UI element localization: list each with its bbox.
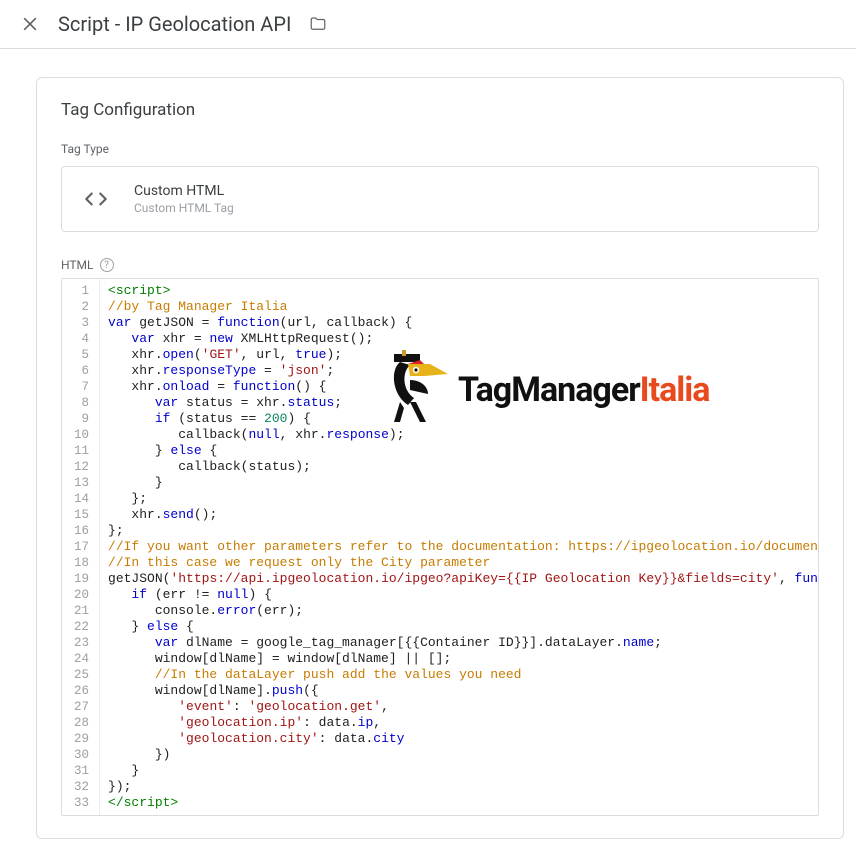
code-line[interactable]: var getJSON = function(url, callback) { (108, 315, 810, 331)
code-line[interactable]: xhr.send(); (108, 507, 810, 523)
html-code-editor[interactable]: 1234567891011121314151617181920212223242… (61, 278, 819, 816)
code-line[interactable]: </script> (108, 795, 810, 811)
help-icon[interactable]: ? (100, 258, 114, 272)
code-gutter: 1234567891011121314151617181920212223242… (62, 279, 100, 815)
code-brackets-icon (78, 181, 114, 217)
code-line[interactable]: }; (108, 491, 810, 507)
code-line[interactable]: //If you want other parameters refer to … (108, 539, 810, 555)
code-line[interactable]: var xhr = new XMLHttpRequest(); (108, 331, 810, 347)
code-line[interactable]: } (108, 475, 810, 491)
tag-type-label: Tag Type (61, 142, 819, 156)
tag-configuration-panel: Tag Configuration Tag Type Custom HTML C… (36, 77, 844, 839)
code-line[interactable]: 'event': 'geolocation.get', (108, 699, 810, 715)
code-line[interactable]: window[dlName].push({ (108, 683, 810, 699)
code-line[interactable]: xhr.responseType = 'json'; (108, 363, 810, 379)
dialog-title: Script - IP Geolocation API (58, 12, 291, 36)
code-line[interactable]: }) (108, 747, 810, 763)
code-line[interactable]: callback(null, xhr.response); (108, 427, 810, 443)
code-line[interactable]: <script> (108, 283, 810, 299)
code-line[interactable]: } else { (108, 443, 810, 459)
code-line[interactable]: xhr.open('GET', url, true); (108, 347, 810, 363)
tag-type-description: Custom HTML Tag (134, 201, 234, 215)
code-line[interactable]: var status = xhr.status; (108, 395, 810, 411)
code-line[interactable]: if (err != null) { (108, 587, 810, 603)
tag-type-name: Custom HTML (134, 183, 234, 199)
code-line[interactable]: console.error(err); (108, 603, 810, 619)
panel-title: Tag Configuration (61, 100, 819, 120)
html-field-label: HTML (61, 258, 94, 272)
code-line[interactable]: getJSON('https://api.ipgeolocation.io/ip… (108, 571, 810, 587)
dialog-header: Script - IP Geolocation API (0, 0, 856, 49)
code-line[interactable]: }); (108, 779, 810, 795)
code-line[interactable]: xhr.onload = function() { (108, 379, 810, 395)
code-line[interactable]: var dlName = google_tag_manager[{{Contai… (108, 635, 810, 651)
close-icon[interactable] (20, 14, 40, 34)
code-line[interactable]: window[dlName] = window[dlName] || []; (108, 651, 810, 667)
code-content[interactable]: <script>//by Tag Manager Italiavar getJS… (100, 279, 818, 815)
code-line[interactable]: //In this case we request only the City … (108, 555, 810, 571)
code-line[interactable]: } else { (108, 619, 810, 635)
code-line[interactable]: //by Tag Manager Italia (108, 299, 810, 315)
code-line[interactable]: } (108, 763, 810, 779)
tag-type-info: Custom HTML Custom HTML Tag (134, 183, 234, 215)
code-line[interactable]: //In the dataLayer push add the values y… (108, 667, 810, 683)
tag-type-selector[interactable]: Custom HTML Custom HTML Tag (61, 166, 819, 232)
code-line[interactable]: 'geolocation.city': data.city (108, 731, 810, 747)
code-line[interactable]: callback(status); (108, 459, 810, 475)
code-line[interactable]: 'geolocation.ip': data.ip, (108, 715, 810, 731)
folder-icon[interactable] (309, 15, 327, 33)
code-line[interactable]: if (status == 200) { (108, 411, 810, 427)
code-line[interactable]: }; (108, 523, 810, 539)
